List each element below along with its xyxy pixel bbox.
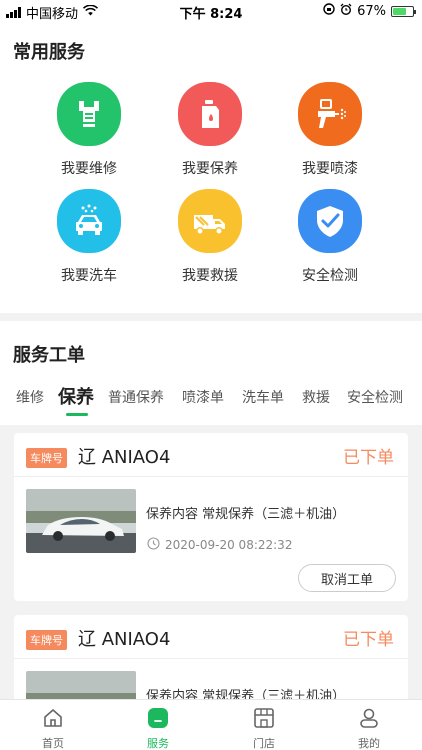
clock-icon	[147, 537, 160, 553]
tab-rescue[interactable]: 救援	[302, 387, 330, 407]
order-list[interactable]: 车牌号 辽 ANIAO4 已下单 保养内容 常规保养（三滤＋机油） 2020-0…	[0, 425, 422, 699]
tab-car-wash[interactable]: 洗车单	[242, 387, 284, 407]
order-time-row: 2020-09-20 08:22:32	[147, 537, 292, 553]
tabbar-label: 门店	[253, 737, 275, 750]
service-label: 我要保养	[182, 161, 238, 177]
service-label: 我要洗车	[61, 268, 117, 284]
alarm-icon	[340, 3, 352, 19]
order-content: 保养内容 常规保养（三滤＋机油）	[146, 689, 346, 699]
home-icon	[13, 706, 93, 730]
tab-spray-paint[interactable]: 喷漆单	[182, 387, 224, 407]
service-safety-check[interactable]: 安全检测	[270, 189, 390, 285]
spray-gun-icon	[298, 82, 362, 146]
service-orders-section: 服务工单 维修 保养 普通保养 喷漆单 洗车单 救援 安全检测 车牌号 辽 AN…	[0, 321, 422, 699]
bottom-tab-bar: 首页 服务 门店 我的	[0, 699, 422, 750]
tab-maintenance[interactable]: 保养	[58, 383, 94, 409]
service-repair[interactable]: 我要维修	[29, 82, 149, 178]
car-wash-icon	[57, 189, 121, 253]
service-maintenance[interactable]: 我要保养	[150, 82, 270, 178]
tabbar-home[interactable]: 首页	[13, 706, 93, 750]
service-rescue[interactable]: 我要救援	[150, 189, 270, 285]
rotation-lock-icon	[323, 3, 335, 19]
tab-safety-check[interactable]: 安全检测	[347, 387, 403, 407]
tow-truck-icon	[178, 189, 242, 253]
tab-regular-maintenance[interactable]: 普通保养	[108, 387, 164, 407]
profile-icon	[329, 706, 409, 730]
service-icon	[118, 706, 198, 730]
service-spray-paint[interactable]: 我要喷漆	[270, 82, 390, 178]
battery-percent: 67%	[357, 3, 386, 19]
active-tab-indicator	[66, 413, 88, 416]
plate-number: 辽 ANIAO4	[78, 447, 171, 468]
plate-number: 辽 ANIAO4	[78, 629, 171, 650]
service-label: 我要维修	[61, 161, 117, 177]
service-label: 我要喷漆	[302, 161, 358, 177]
tabbar-label: 首页	[42, 737, 64, 750]
wrench-icon	[57, 82, 121, 146]
order-status: 已下单	[343, 630, 394, 650]
service-label: 安全检测	[302, 268, 358, 284]
tabbar-label: 服务	[147, 737, 169, 750]
order-status: 已下单	[343, 448, 394, 468]
card-header: 车牌号 辽 ANIAO4 已下单	[14, 433, 408, 477]
order-tabs: 维修 保养 普通保养 喷漆单 洗车单 救援 安全检测	[0, 383, 422, 423]
service-car-wash[interactable]: 我要洗车	[29, 189, 149, 285]
order-time: 2020-09-20 08:22:32	[165, 538, 293, 552]
tabbar-label: 我的	[358, 737, 380, 750]
service-label: 我要救援	[182, 268, 238, 284]
orders-title: 服务工单	[13, 345, 85, 366]
order-content: 保养内容 常规保养（三滤＋机油）	[146, 507, 346, 522]
status-bar: 中国移动 下午 8:24 67%	[0, 0, 422, 22]
plate-tag: 车牌号	[26, 630, 67, 650]
tabbar-service[interactable]: 服务	[118, 706, 198, 750]
plate-tag: 车牌号	[26, 448, 67, 468]
tabbar-store[interactable]: 门店	[224, 706, 304, 750]
common-services-section: 常用服务 我要维修 我要保养 我要喷漆 我要洗车 我要救援 安全检测	[0, 22, 422, 313]
store-icon	[224, 706, 304, 730]
services-title: 常用服务	[13, 42, 85, 63]
order-card[interactable]: 车牌号 辽 ANIAO4 已下单 保养内容 常规保养（三滤＋机油）	[14, 615, 408, 699]
battery-icon	[391, 5, 416, 17]
card-header: 车牌号 辽 ANIAO4 已下单	[14, 615, 408, 659]
shield-check-icon	[298, 189, 362, 253]
car-thumbnail	[26, 489, 136, 553]
cancel-order-button[interactable]: 取消工单	[298, 564, 396, 592]
car-thumbnail	[26, 671, 136, 699]
order-card[interactable]: 车牌号 辽 ANIAO4 已下单 保养内容 常规保养（三滤＋机油） 2020-0…	[14, 433, 408, 601]
tab-repair[interactable]: 维修	[16, 387, 44, 407]
oil-can-icon	[178, 82, 242, 146]
tabbar-profile[interactable]: 我的	[329, 706, 409, 750]
